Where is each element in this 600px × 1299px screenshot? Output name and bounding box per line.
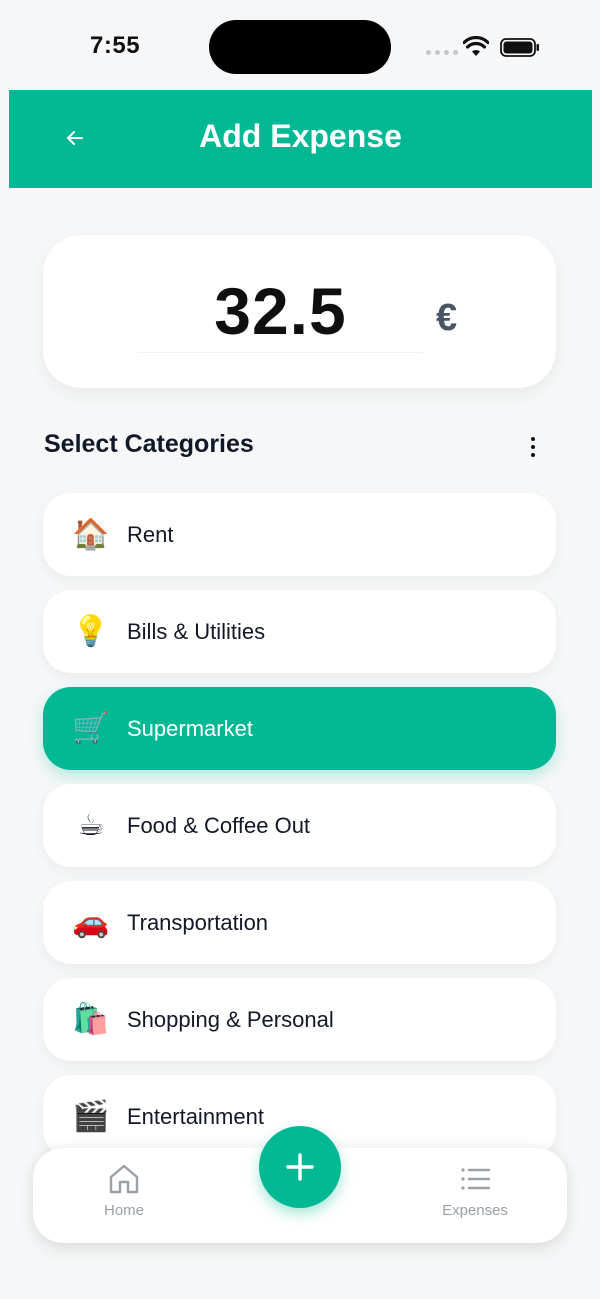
home-icon [109, 1164, 139, 1194]
category-label: Rent [127, 521, 174, 547]
more-vertical-icon [531, 437, 535, 441]
nav-expenses-label: Expenses [442, 1202, 508, 1219]
category-label: Entertainment [127, 1103, 264, 1129]
clapper-board-icon: 🎬 [72, 1099, 110, 1133]
app-header: Add Expense [9, 90, 592, 188]
shopping-cart-icon: 🛒 [72, 711, 110, 745]
category-label: Bills & Utilities [127, 618, 266, 644]
amount-card: 32.5 € [43, 235, 556, 388]
nav-home-label: Home [103, 1202, 144, 1219]
plus-icon [286, 1153, 314, 1181]
house-icon: 🏠 [72, 517, 110, 551]
category-item-bills-utilities[interactable]: 💡 Bills & Utilities [43, 590, 556, 673]
dynamic-island [209, 20, 391, 74]
currency-symbol: € [436, 297, 458, 339]
coffee-icon: ☕ [77, 808, 105, 842]
shopping-bags-icon: 🛍️ [72, 1002, 110, 1036]
nav-expenses[interactable]: Expenses [415, 1162, 535, 1232]
wifi-icon [463, 36, 489, 56]
category-label: Transportation [127, 909, 269, 935]
category-label: Supermarket [127, 715, 253, 741]
status-bar: 7:55 [0, 0, 600, 90]
nav-home[interactable]: Home [64, 1162, 184, 1232]
category-item-shopping-personal[interactable]: 🛍️ Shopping & Personal [43, 978, 556, 1061]
category-item-rent[interactable]: 🏠 Rent [43, 493, 556, 576]
lightbulb-icon: 💡 [72, 614, 110, 648]
amount-input[interactable]: 32.5 [138, 273, 423, 353]
battery-icon [500, 38, 539, 57]
cellular-signal-icon [426, 50, 458, 55]
car-icon: 🚗 [72, 905, 110, 939]
more-options-button[interactable] [520, 432, 546, 462]
category-item-food-coffee-out[interactable]: ☕ Food & Coffee Out [43, 784, 556, 867]
page-title: Add Expense [199, 118, 402, 154]
category-label: Shopping & Personal [127, 1006, 334, 1032]
status-time: 7:55 [90, 32, 141, 59]
category-item-supermarket[interactable]: 🛒 Supermarket [43, 687, 556, 770]
list-icon [461, 1168, 491, 1190]
add-expense-button[interactable] [259, 1126, 341, 1208]
category-label: Food & Coffee Out [127, 812, 311, 838]
categories-section-title: Select Categories [44, 430, 254, 458]
category-item-transportation[interactable]: 🚗 Transportation [43, 881, 556, 964]
